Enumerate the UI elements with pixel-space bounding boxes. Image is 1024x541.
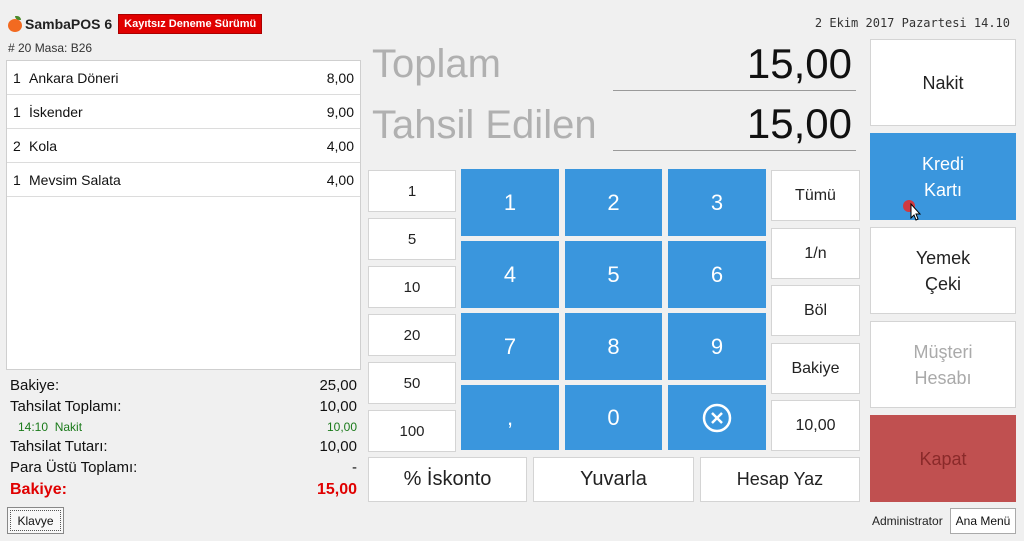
amount-preset-button[interactable]: 10,00 [771, 400, 860, 451]
numpad-key-6[interactable]: 6 [668, 241, 766, 308]
payment-time: 14:10 [18, 419, 49, 434]
balance-label: Bakiye: [10, 377, 60, 394]
order-name: Ankara Döneri [29, 69, 119, 86]
divide-n-button[interactable]: 1/n [771, 228, 860, 279]
print-bill-button[interactable]: Hesap Yaz [700, 457, 860, 502]
ticket-summary: Bakiye: 25,00 Tahsilat Toplamı: 10,00 14… [10, 375, 357, 502]
order-list: 1 Ankara Döneri 8,00 1 İskender 9,00 2 K… [6, 60, 361, 370]
order-price: 9,00 [326, 103, 354, 120]
numpad-key-9[interactable]: 9 [668, 313, 766, 380]
sambapos-logo-icon [8, 16, 22, 32]
customer-account-button-label: Müşteri Hesabı [913, 341, 973, 388]
user-label: Administrator [872, 514, 943, 528]
balance-value: 25,00 [319, 377, 357, 394]
order-price: 4,00 [326, 171, 354, 188]
order-qty: 1 [13, 103, 21, 120]
order-name: Mevsim Salata [29, 171, 121, 188]
order-qty: 1 [13, 69, 21, 86]
order-row[interactable]: 2 Kola 4,00 [7, 129, 360, 163]
cash-button-label: Nakit [922, 72, 964, 93]
quick-amount-button[interactable]: 10 [368, 266, 456, 308]
meal-voucher-button[interactable]: Yemek Çeki [870, 227, 1016, 314]
quick-amount-button[interactable]: 1 [368, 170, 456, 212]
order-row[interactable]: 1 Mevsim Salata 4,00 [7, 163, 360, 197]
split-button[interactable]: Böl [771, 285, 860, 336]
payment-amount-label: Tahsilat Tutarı: [10, 438, 108, 455]
final-balance-value: 15,00 [316, 481, 357, 498]
order-name: Kola [29, 137, 58, 154]
numpad-key-3[interactable]: 3 [668, 169, 766, 236]
quick-amount-button[interactable]: 5 [368, 218, 456, 260]
order-row[interactable]: 1 Ankara Döneri 8,00 [7, 61, 360, 95]
numpad-key-comma[interactable]: , [461, 385, 559, 450]
numpad-key-0[interactable]: 0 [565, 385, 662, 450]
payment-amount-row: Tahsilat Tutarı: 10,00 [10, 436, 357, 457]
ticket-label: # 20 Masa: B26 [8, 41, 93, 55]
order-name: İskender [29, 103, 83, 120]
final-balance-row: Bakiye: 15,00 [10, 478, 357, 502]
numpad-key-5[interactable]: 5 [565, 241, 662, 308]
numpad-key-7[interactable]: 7 [461, 313, 559, 380]
main-menu-button[interactable]: Ana Menü [950, 508, 1016, 534]
payment-total-label: Tahsilat Toplamı: [10, 398, 122, 415]
numpad-key-4[interactable]: 4 [461, 241, 559, 308]
meal-voucher-button-label: Yemek Çeki [915, 247, 971, 294]
header: SambaPOS 6 Kayıtsız Deneme Sürümü 2 Ekim… [0, 0, 1024, 40]
total-underline [613, 90, 856, 91]
trial-badge: Kayıtsız Deneme Sürümü [118, 14, 263, 34]
quick-amount-button[interactable]: 50 [368, 362, 456, 404]
numpad-key-1[interactable]: 1 [461, 169, 559, 236]
date-display: 2 Ekim 2017 Pazartesi 14.10 [814, 16, 1010, 30]
balance-row: Bakiye: 25,00 [10, 375, 357, 396]
order-price: 8,00 [326, 69, 354, 86]
tendered-label: Tahsil Edilen [372, 103, 597, 147]
all-button[interactable]: Tümü [771, 170, 860, 221]
order-qty: 1 [13, 171, 21, 188]
final-balance-label: Bakiye: [10, 481, 67, 498]
payment-entry-row: 14:10 Nakit 10,00 [10, 417, 357, 436]
clear-icon [702, 403, 732, 432]
keyboard-button[interactable]: Klavye [7, 507, 64, 534]
balance-button[interactable]: Bakiye [771, 343, 860, 394]
order-row[interactable]: 1 İskender 9,00 [7, 95, 360, 129]
payment-total-row: Tahsilat Toplamı: 10,00 [10, 396, 357, 417]
quick-amount-button[interactable]: 100 [368, 410, 456, 452]
order-qty: 2 [13, 137, 21, 154]
numpad-key-8[interactable]: 8 [565, 313, 662, 380]
payment-entry-value: 10,00 [326, 419, 357, 434]
change-total-value: - [352, 459, 357, 476]
cash-button[interactable]: Nakit [870, 39, 1016, 126]
change-total-label: Para Üstü Toplamı: [10, 459, 138, 476]
order-price: 4,00 [326, 137, 354, 154]
close-button-label: Kapat [919, 448, 967, 469]
credit-card-button[interactable]: Kredi Kartı [870, 133, 1016, 220]
round-button[interactable]: Yuvarla [533, 457, 694, 502]
payment-entry-desc: 14:10 Nakit [18, 420, 82, 434]
change-total-row: Para Üstü Toplamı: - [10, 457, 357, 478]
discount-button[interactable]: % İskonto [368, 457, 527, 502]
tendered-underline [613, 150, 856, 151]
tendered-value[interactable]: 15,00 [747, 100, 852, 148]
payment-method: Nakit [54, 419, 83, 434]
logo: SambaPOS 6 Kayıtsız Deneme Sürümü [8, 14, 263, 34]
quick-amount-button[interactable]: 20 [368, 314, 456, 356]
mouse-cursor-icon [903, 200, 922, 221]
numpad-clear-button[interactable] [668, 385, 766, 450]
numpad-key-2[interactable]: 2 [565, 169, 662, 236]
payment-amount-value: 10,00 [319, 438, 357, 455]
customer-account-button[interactable]: Müşteri Hesabı [870, 321, 1016, 408]
app-name: SambaPOS 6 [25, 16, 113, 32]
payment-total-value: 10,00 [319, 398, 357, 415]
credit-card-button-label: Kredi Kartı [921, 153, 965, 200]
total-value: 15,00 [746, 40, 852, 87]
close-button[interactable]: Kapat [870, 415, 1016, 502]
total-label: Toplam [372, 42, 501, 86]
